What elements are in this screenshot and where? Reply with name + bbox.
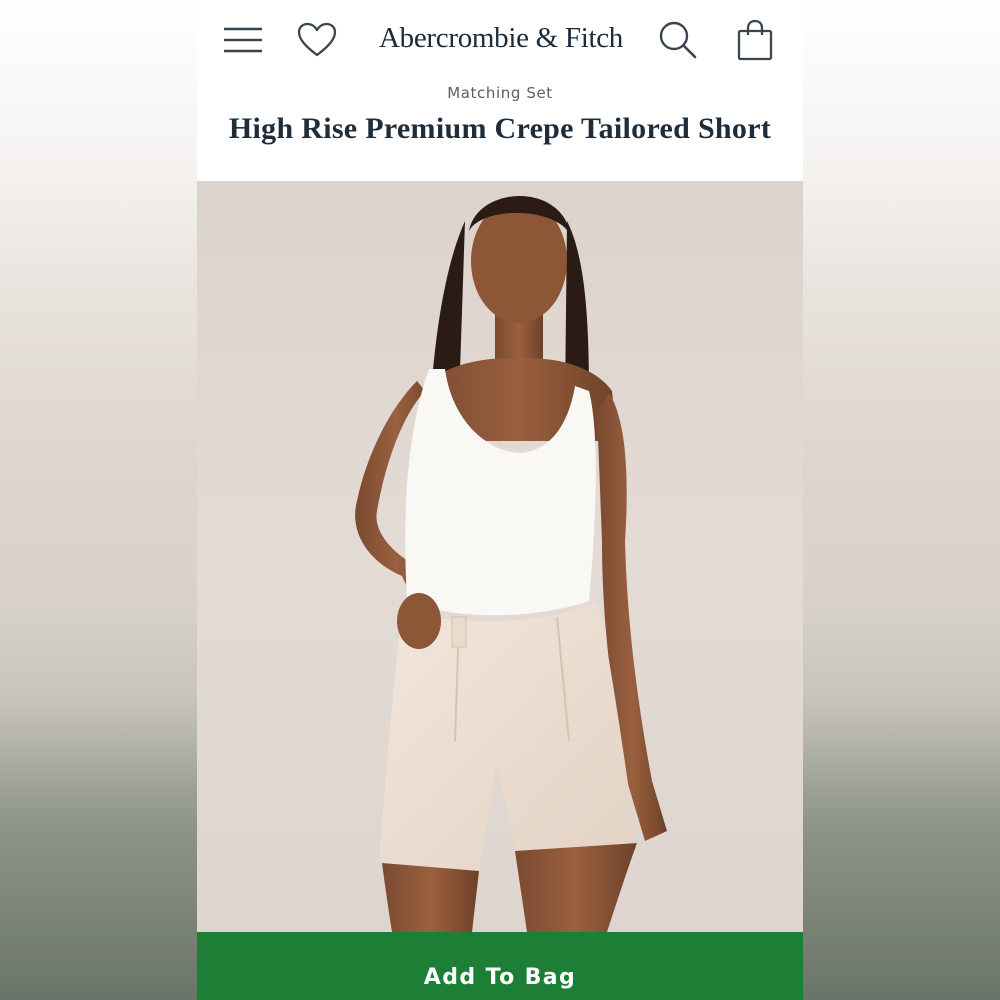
product-photo-illustration [355,196,667,932]
search-icon [659,21,697,59]
wishlist-button[interactable] [295,18,339,62]
hamburger-menu-icon [224,27,262,53]
heart-icon [297,22,337,57]
add-to-bag-button[interactable]: Add To Bag [197,932,803,1000]
search-button[interactable] [656,18,700,62]
product-page: Abercrombie & Fitch Matching Set High Ri… [197,0,803,1000]
top-nav: Abercrombie & Fitch [197,0,803,78]
brand-logo[interactable]: Abercrombie & Fitch [357,18,645,58]
menu-button[interactable] [221,18,265,62]
product-title: High Rise Premium Crepe Tailored Short [228,112,772,145]
bag-button[interactable] [733,18,777,62]
shopping-bag-icon [737,19,773,61]
product-image[interactable] [197,181,803,932]
product-collection-label: Matching Set [447,84,553,102]
